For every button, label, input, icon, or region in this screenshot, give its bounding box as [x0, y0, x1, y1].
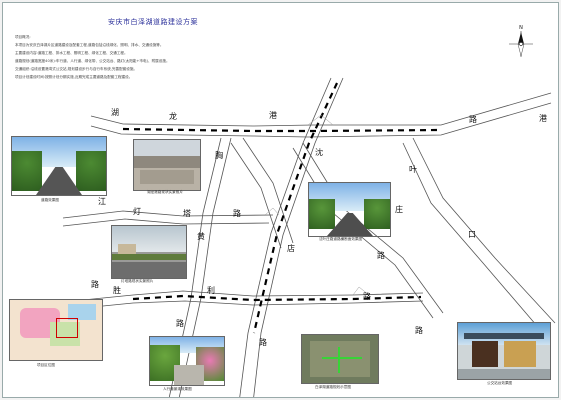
street-label: 路	[469, 115, 477, 124]
caption: 公交站台效果图	[487, 381, 513, 385]
street-label: 黄	[197, 232, 205, 241]
photo-greenway	[149, 336, 225, 386]
street-label: 江	[98, 197, 106, 206]
road-dengta	[62, 210, 274, 219]
street-label: 塔	[183, 209, 191, 218]
street-label: 湖	[111, 108, 119, 117]
photo-bus-stop	[457, 322, 551, 380]
street-label: 叶	[409, 165, 417, 174]
street-label: 沈	[315, 148, 323, 157]
street-label: 胜	[113, 286, 121, 295]
street-label: 灯	[133, 207, 141, 216]
photo-aerial-map	[301, 334, 379, 384]
street-label: 路	[176, 319, 184, 328]
road-hulonggang	[90, 92, 552, 127]
street-label: 龙	[169, 112, 177, 121]
photo-road-section	[308, 182, 391, 237]
caption: 道路效果图	[41, 198, 59, 202]
street-label: 路	[91, 280, 99, 289]
street-label: 路	[363, 292, 371, 301]
caption: 白泽湖道路规划示意图	[315, 385, 351, 389]
street-label: 路	[415, 326, 423, 335]
street-label: 港	[269, 111, 277, 120]
street-label: 口	[468, 230, 476, 239]
caption: 项目区位图	[37, 363, 55, 367]
caption: 人行道景观效果图	[163, 387, 192, 391]
street-label: 胸	[215, 151, 223, 160]
caption: 湖龙港路现状实景照片	[147, 190, 183, 194]
plan-sheet: 安庆市白泽湖道路建设方案 项目概况: 本项目为安庆白泽湖片区道路建设及配套工程,…	[2, 2, 559, 398]
photo-site-2	[111, 225, 187, 279]
photo-site-1	[133, 139, 201, 191]
street-label: 港	[539, 114, 547, 123]
street-label: 路	[377, 251, 385, 260]
street-label: 利	[207, 286, 215, 295]
street-label: 庄	[395, 205, 403, 214]
photo-road-view	[11, 136, 107, 196]
street-label: 店	[287, 244, 295, 253]
photo-location-map	[9, 299, 103, 361]
street-label: 路	[259, 338, 267, 347]
street-label: 路	[233, 209, 241, 218]
caption: 沈叶庄路道路横断面效果图	[319, 237, 363, 241]
caption: 灯塔路现状实景照片	[121, 279, 154, 283]
